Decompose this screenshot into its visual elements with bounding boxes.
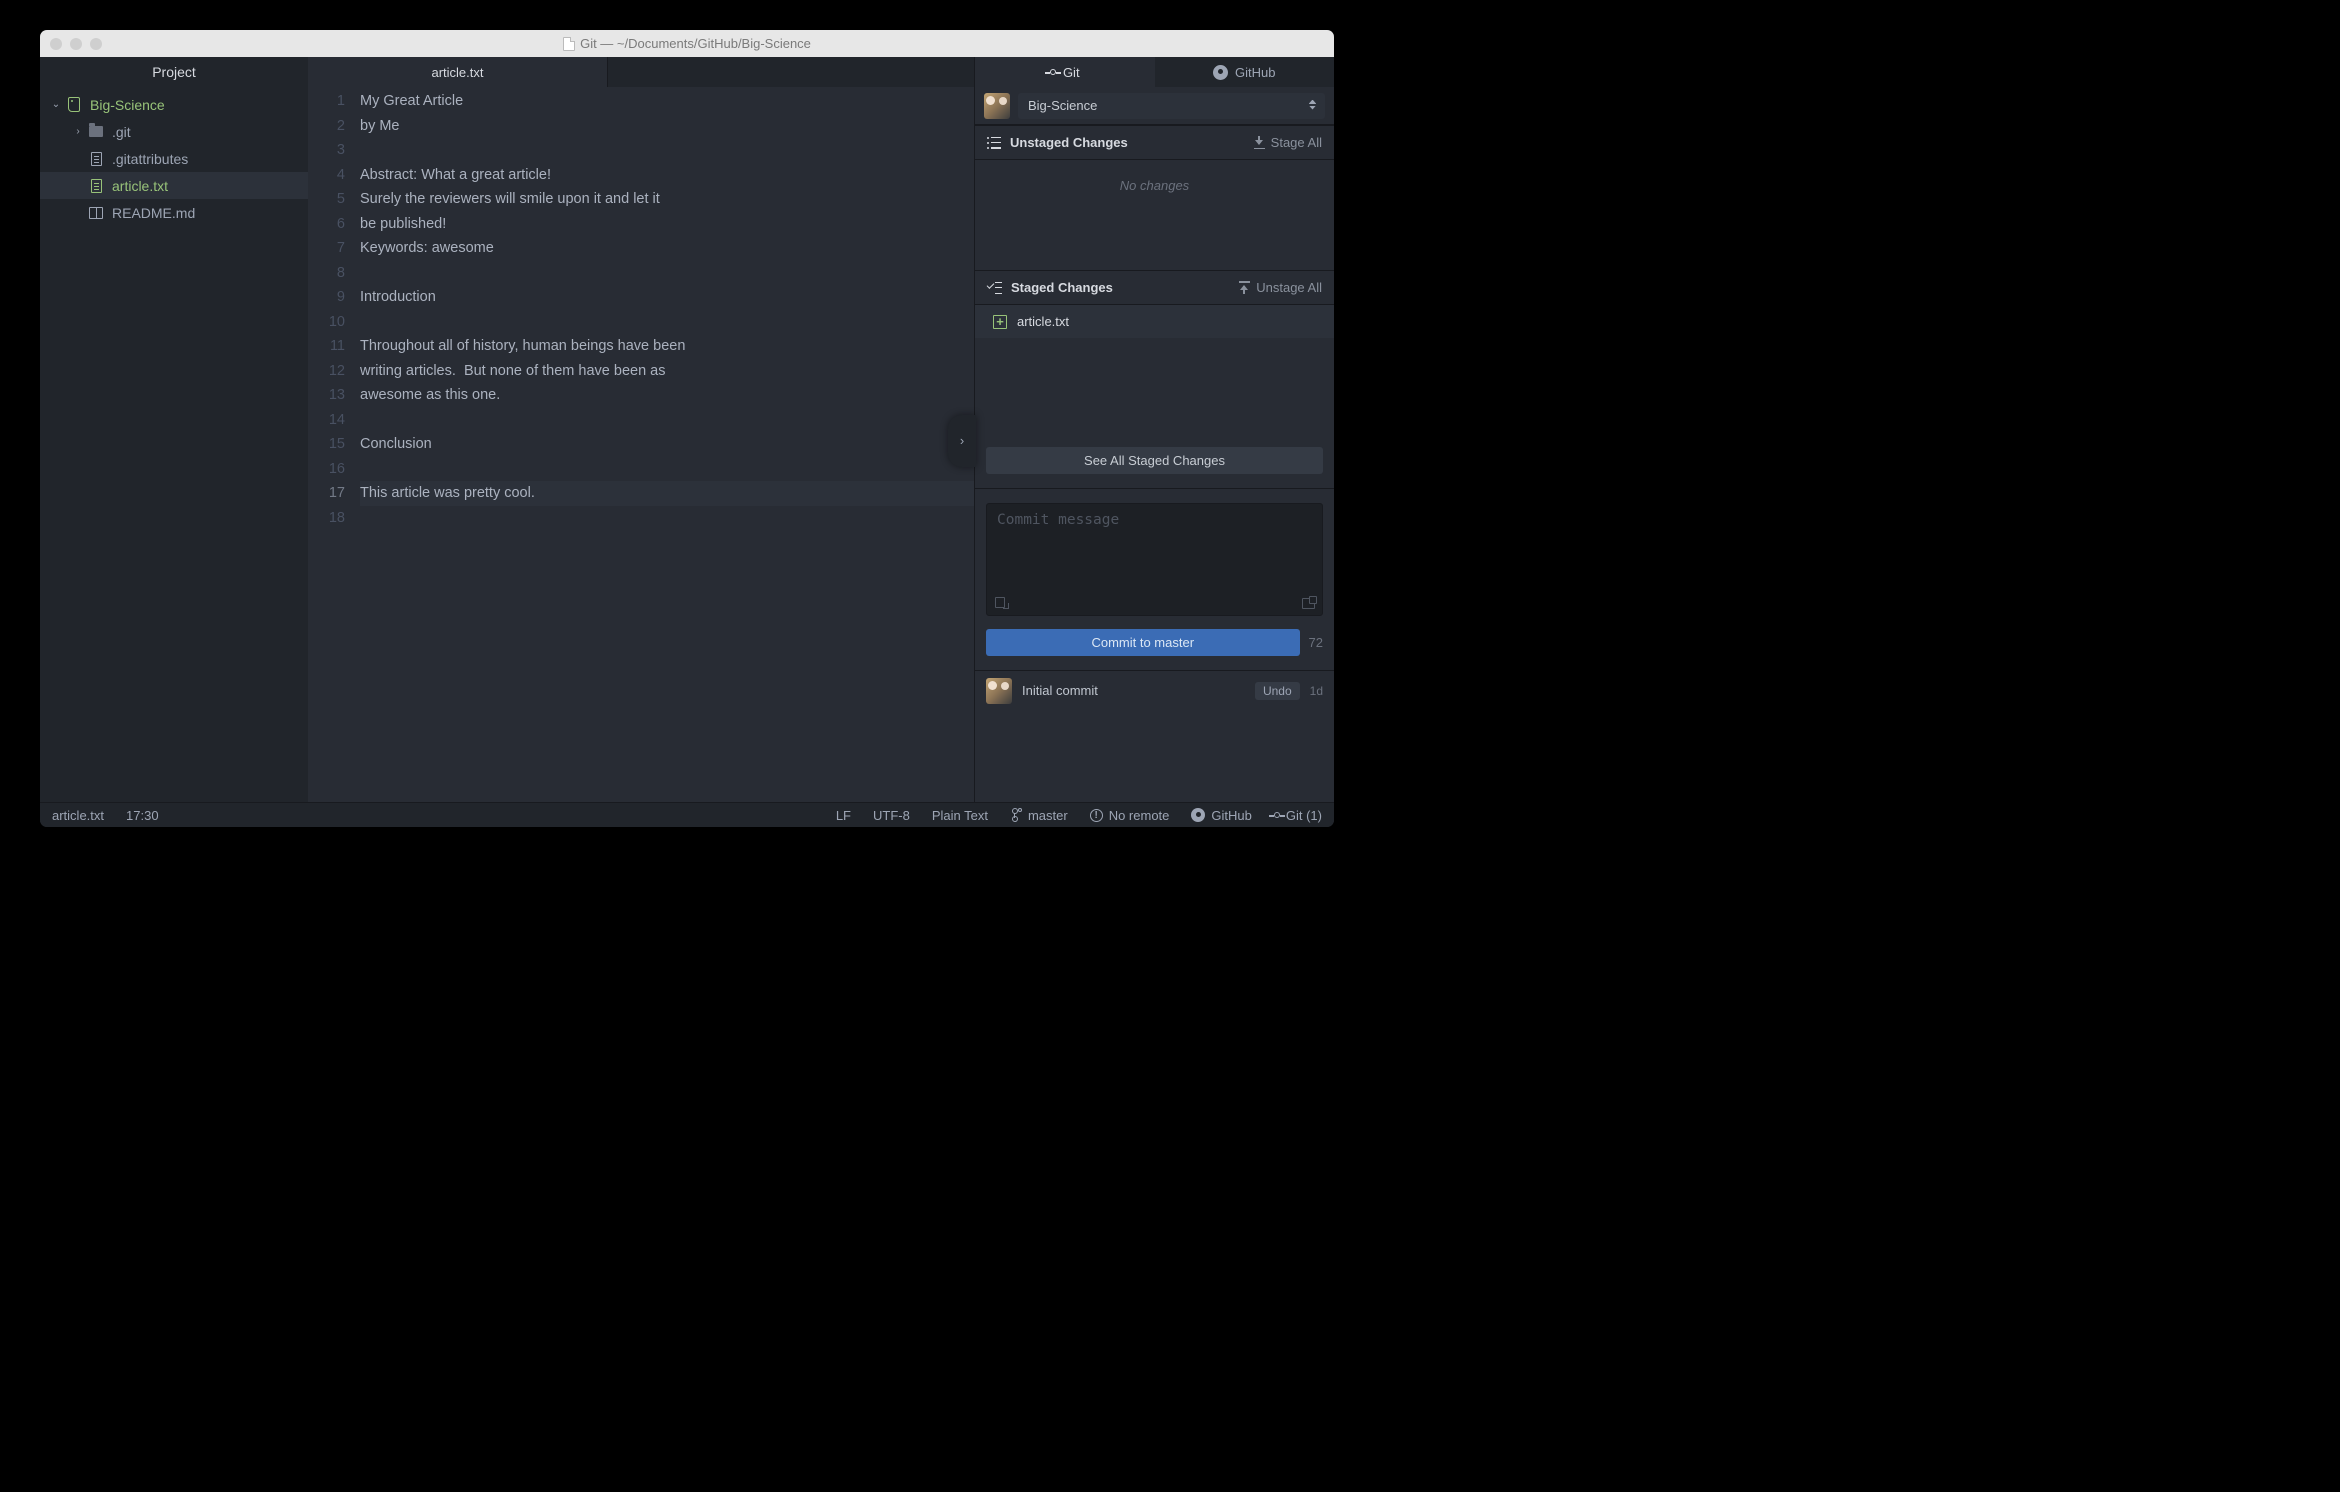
file-icon [91,152,102,166]
undo-button[interactable]: Undo [1255,682,1300,700]
code-lines[interactable]: My Great Article by Me Abstract: What a … [354,89,974,802]
tree-item[interactable]: README.md [40,199,308,226]
line-gutter: 123456789101112131415161718 [308,89,354,802]
avatar [984,93,1010,119]
chevron-down-icon[interactable]: ⌄ [50,99,62,110]
code-area[interactable]: 123456789101112131415161718 My Great Art… [308,87,974,802]
tree-item[interactable]: .gitattributes [40,145,308,172]
status-git[interactable]: Git (1) [1274,808,1322,823]
status-remote[interactable]: !No remote [1090,808,1170,823]
status-eol[interactable]: LF [836,808,851,823]
staged-file-row[interactable]: + article.txt [975,305,1334,338]
expand-icon[interactable] [1302,598,1315,609]
editor-tab[interactable]: article.txt [308,57,608,87]
tree-item[interactable]: › .git [40,118,308,145]
staged-header: Staged Changes Unstage All [975,270,1334,305]
status-grammar[interactable]: Plain Text [932,808,988,823]
checklist-icon [987,282,1002,294]
status-file[interactable]: article.txt [52,808,104,823]
github-icon [1191,808,1205,822]
unstage-all-button[interactable]: Unstage All [1239,280,1322,295]
titlebar[interactable]: Git — ~/Documents/GitHub/Big-Science [40,30,1334,57]
status-github[interactable]: GitHub [1191,808,1251,823]
commit-placeholder: Commit message [997,512,1119,528]
unstaged-empty: No changes [975,160,1334,270]
avatar [986,678,1012,704]
coauthor-icon[interactable] [995,597,1009,609]
commit-message-input[interactable]: Commit message [986,503,1323,616]
status-encoding[interactable]: UTF-8 [873,808,910,823]
git-panel: Git GitHub Big-Science Unstaged Changes … [974,57,1334,802]
commit-button[interactable]: Commit to master [986,629,1300,656]
git-commit-icon [1050,69,1056,75]
history-row[interactable]: Initial commit Undo 1d [975,670,1334,710]
github-icon [1213,65,1228,80]
warning-icon: ! [1090,809,1103,822]
unstage-icon [1239,281,1250,294]
window-title: Git — ~/Documents/GitHub/Big-Science [40,36,1334,51]
status-branch[interactable]: master [1010,808,1068,823]
dock-toggle-right[interactable]: › [948,415,976,467]
tree-root[interactable]: ⌄ Big-Science [40,91,308,118]
project-tree: Project ⌄ Big-Science › .git .gitattribu… [40,57,308,802]
commit-age: 1d [1310,684,1323,698]
status-cursor[interactable]: 17:30 [126,808,159,823]
tab-github[interactable]: GitHub [1155,57,1335,87]
tree-item-active[interactable]: article.txt [40,172,308,199]
book-icon [89,207,103,219]
tabbar: article.txt [308,57,974,87]
list-icon [987,137,1001,149]
git-commit-icon [1274,812,1280,818]
file-icon [563,37,575,51]
project-selector[interactable]: Big-Science [1018,93,1325,119]
chevron-right-icon[interactable]: › [72,126,84,137]
folder-icon [89,126,103,137]
app-window: Git — ~/Documents/GitHub/Big-Science Pro… [40,30,1334,827]
added-icon: + [993,315,1007,329]
editor-pane: article.txt 123456789101112131415161718 … [308,57,974,802]
tab-git[interactable]: Git [975,57,1155,87]
file-icon [91,179,102,193]
chevron-right-icon: › [960,433,964,448]
branch-icon [1010,808,1022,822]
unstaged-header: Unstaged Changes Stage All [975,125,1334,160]
stage-all-button[interactable]: Stage All [1254,135,1322,150]
see-all-staged-button[interactable]: See All Staged Changes [986,447,1323,474]
char-remaining: 72 [1309,635,1323,650]
status-bar: article.txt 17:30 LF UTF-8 Plain Text ma… [40,802,1334,827]
tree-header: Project [40,57,308,87]
stage-icon [1254,136,1265,149]
repo-icon [68,97,80,112]
